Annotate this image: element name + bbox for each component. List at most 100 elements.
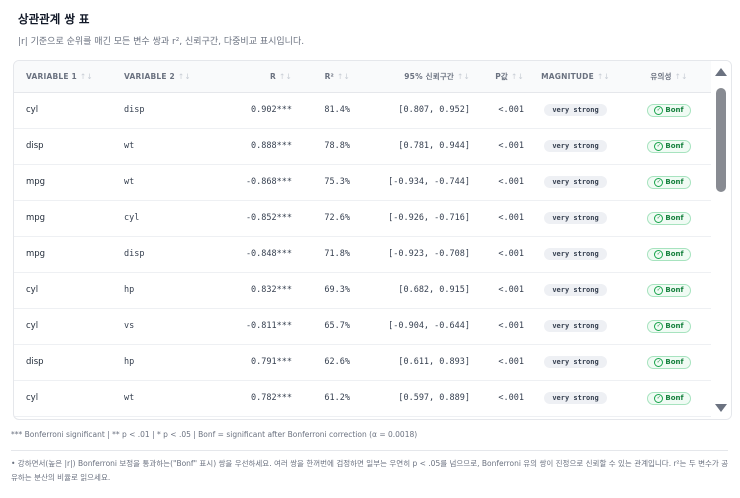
magnitude-badge: very strong bbox=[544, 284, 607, 296]
cell-magnitude: very strong bbox=[524, 164, 627, 201]
cell-variable1: cyl bbox=[14, 272, 124, 309]
cell-magnitude: very strong bbox=[524, 380, 627, 417]
significance-badge: ✓ Bonf bbox=[647, 247, 691, 261]
cell-r: 0.832*** bbox=[204, 272, 292, 309]
table-row: cyl wt 0.782*** 61.2% [0.597, 0.889] <.001 ver… bbox=[14, 380, 711, 417]
interpretation-note: • 강하면서(높은 |r|) Bonferroni 보정을 통과하는("Bonf… bbox=[11, 459, 729, 482]
significance-badge: ✓ Bonf bbox=[647, 103, 691, 117]
magnitude-badge: very strong bbox=[544, 212, 607, 224]
column-header-variable1[interactable]: VARIABLE 1 ↑↓ bbox=[14, 61, 124, 93]
magnitude-badge: very strong bbox=[544, 176, 607, 188]
cell-variable2: cyl bbox=[124, 200, 204, 237]
sort-icon: ↑↓ bbox=[457, 71, 470, 81]
significance-badge: ✓ Bonf bbox=[647, 319, 691, 333]
cell-significance: ✓ Bonf bbox=[627, 164, 711, 201]
table-row: disp hp 0.791*** 62.6% [0.611, 0.893] <.001 ve… bbox=[14, 344, 711, 381]
check-circle-icon: ✓ bbox=[654, 285, 664, 295]
column-header-r[interactable]: R ↑↓ bbox=[204, 61, 292, 93]
significance-label: Bonf bbox=[665, 214, 684, 222]
column-header-magnitude[interactable]: MAGNITUDE ↑↓ bbox=[524, 61, 627, 93]
cell-significance: ✓ Bonf bbox=[627, 236, 711, 273]
scroll-down-arrow-icon[interactable] bbox=[715, 404, 727, 412]
significance-label: Bonf bbox=[665, 250, 684, 258]
cell-magnitude: very strong bbox=[524, 344, 627, 381]
magnitude-badge: very strong bbox=[544, 248, 607, 260]
column-header-r2[interactable]: R² ↑↓ bbox=[292, 61, 350, 93]
correlation-table-card: VARIABLE 1 ↑↓ VARIABLE 2 ↑↓ R ↑↓ R² ↑↓ 95% 신… bbox=[13, 60, 732, 420]
cell-r: -0.868*** bbox=[204, 164, 292, 201]
cell-r2: 61.2% bbox=[292, 380, 350, 417]
table-row: mpg disp -0.848*** 71.8% [-0.923, -0.708] <.0… bbox=[14, 236, 711, 273]
divider bbox=[11, 450, 728, 451]
cell-magnitude: very strong bbox=[524, 92, 627, 129]
cell-r2: 72.6% bbox=[292, 200, 350, 237]
significance-badge: ✓ Bonf bbox=[647, 139, 691, 153]
scrollbar-thumb[interactable] bbox=[716, 88, 726, 192]
sort-icon: ↑↓ bbox=[79, 71, 93, 81]
cell-significance: ✓ Bonf bbox=[627, 380, 711, 417]
column-header-variable2[interactable]: VARIABLE 2 ↑↓ bbox=[124, 61, 204, 93]
cell-r: 0.782*** bbox=[204, 380, 292, 417]
table-row: disp wt 0.888*** 78.8% [0.781, 0.944] <.001 ve… bbox=[14, 128, 711, 165]
cell-significance: ✓ Bonf bbox=[627, 344, 711, 381]
cell-r2: 71.8% bbox=[292, 236, 350, 273]
table-body: cyl disp 0.902*** 81.4% [0.807, 0.952] <.001 v… bbox=[14, 92, 711, 417]
cell-r: 0.791*** bbox=[204, 344, 292, 381]
check-circle-icon: ✓ bbox=[654, 105, 664, 115]
cell-r2: 78.8% bbox=[292, 128, 350, 165]
significance-label: Bonf bbox=[665, 358, 684, 366]
check-circle-icon: ✓ bbox=[654, 177, 664, 187]
vertical-scrollbar[interactable] bbox=[711, 61, 731, 419]
table-row: cyl vs -0.811*** 65.7% [-0.904, -0.644] <.001… bbox=[14, 308, 711, 345]
cell-r: 0.888*** bbox=[204, 128, 292, 165]
cell-ci: [0.682, 0.915] bbox=[350, 272, 470, 309]
table-row: mpg cyl -0.852*** 72.6% [-0.926, -0.716] <.00… bbox=[14, 200, 711, 237]
significance-footnote: *** Bonferroni significant | ** p < .01 … bbox=[11, 430, 418, 439]
cell-ci: [0.597, 0.889] bbox=[350, 380, 470, 417]
significance-badge: ✓ Bonf bbox=[647, 355, 691, 369]
column-header-significance[interactable]: 유의성 ↑↓ bbox=[627, 61, 711, 93]
scroll-up-arrow-icon[interactable] bbox=[715, 68, 727, 76]
cell-variable1: cyl bbox=[14, 308, 124, 345]
significance-badge: ✓ Bonf bbox=[647, 391, 691, 405]
cell-p: <.001 bbox=[470, 272, 524, 309]
magnitude-badge: very strong bbox=[544, 104, 607, 116]
check-circle-icon: ✓ bbox=[654, 393, 664, 403]
table-row: cyl disp 0.902*** 81.4% [0.807, 0.952] <.001 v… bbox=[14, 92, 711, 129]
cell-r: -0.848*** bbox=[204, 236, 292, 273]
check-circle-icon: ✓ bbox=[654, 249, 664, 259]
cell-r2: 65.7% bbox=[292, 308, 350, 345]
cell-magnitude: very strong bbox=[524, 128, 627, 165]
cell-p: <.001 bbox=[470, 164, 524, 201]
cell-variable2: disp bbox=[124, 236, 204, 273]
table-row: mpg wt -0.868*** 75.3% [-0.934, -0.744] <.001… bbox=[14, 164, 711, 201]
cell-ci: [-0.904, -0.644] bbox=[350, 308, 470, 345]
cell-magnitude: very strong bbox=[524, 272, 627, 309]
cell-variable1: mpg bbox=[14, 236, 124, 273]
cell-r2: 81.4% bbox=[292, 92, 350, 129]
cell-r: -0.811*** bbox=[204, 308, 292, 345]
cell-p: <.001 bbox=[470, 344, 524, 381]
cell-p: <.001 bbox=[470, 308, 524, 345]
cell-magnitude: very strong bbox=[524, 200, 627, 237]
cell-variable2: wt bbox=[124, 128, 204, 165]
column-header-p[interactable]: P값 ↑↓ bbox=[470, 61, 524, 93]
cell-variable2: disp bbox=[124, 92, 204, 129]
cell-ci: [-0.934, -0.744] bbox=[350, 164, 470, 201]
sort-icon: ↑↓ bbox=[674, 71, 688, 81]
cell-significance: ✓ Bonf bbox=[627, 200, 711, 237]
cell-variable2: hp bbox=[124, 344, 204, 381]
cell-variable1: cyl bbox=[14, 92, 124, 129]
cell-r: 0.902*** bbox=[204, 92, 292, 129]
significance-label: Bonf bbox=[665, 394, 684, 402]
check-circle-icon: ✓ bbox=[654, 141, 664, 151]
cell-magnitude: very strong bbox=[524, 308, 627, 345]
significance-badge: ✓ Bonf bbox=[647, 211, 691, 225]
check-circle-icon: ✓ bbox=[654, 213, 664, 223]
check-circle-icon: ✓ bbox=[654, 321, 664, 331]
significance-label: Bonf bbox=[665, 178, 684, 186]
sort-icon: ↑↓ bbox=[279, 71, 292, 81]
cell-significance: ✓ Bonf bbox=[627, 272, 711, 309]
column-header-ci[interactable]: 95% 신뢰구간 ↑↓ bbox=[350, 61, 470, 93]
cell-variable1: disp bbox=[14, 344, 124, 381]
